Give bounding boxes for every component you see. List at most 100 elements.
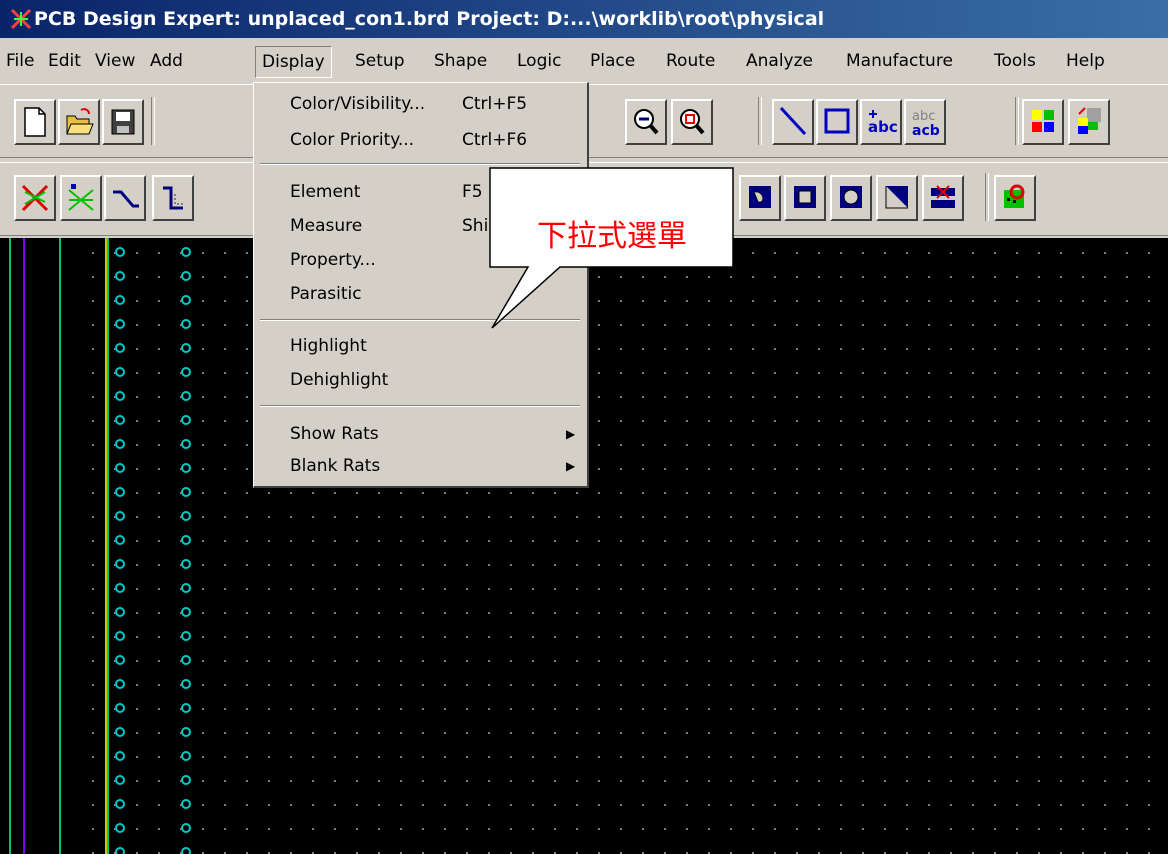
add-text-button[interactable]: abc [860,99,902,145]
menu-separator [260,319,580,321]
submenu-arrow-icon: ▶ [566,459,576,473]
pin-marker [181,295,191,305]
pin-marker [115,679,125,689]
color-priority-button[interactable] [1068,99,1110,145]
change-text-icon: abcacb [912,109,940,139]
new-file-icon [24,107,46,137]
pin-marker [115,607,125,617]
circle-shape-button[interactable] [830,175,872,221]
slide-button[interactable] [152,175,194,221]
pin-marker [115,823,125,833]
window-title: PCB Design Expert: unplaced_con1.brd Pro… [34,8,825,30]
void-shape-icon [749,186,771,208]
open-file-button[interactable] [58,99,100,145]
connect-icon [113,190,139,208]
rectangle-icon [824,108,850,134]
menu-item-color-priority[interactable]: Color Priority... Ctrl+F6 [254,125,584,155]
menu-edit[interactable]: Edit [48,46,81,76]
menu-setup[interactable]: Setup [355,46,404,76]
menu-file[interactable]: File [6,46,34,76]
line-icon [779,106,807,136]
add-rectangle-button[interactable] [816,99,858,145]
color-visibility-button[interactable] [1022,99,1064,145]
fill-shape-button[interactable] [876,175,918,221]
pin-marker [181,847,191,854]
menu-tools[interactable]: Tools [994,46,1036,76]
menu-item-show-rats[interactable]: Show Rats ▶ [254,419,584,449]
pin-marker [181,703,191,713]
toolbar-separator [985,173,989,221]
pin-marker [181,319,191,329]
pin-marker [115,655,125,665]
pin-marker [181,535,191,545]
menu-manufacture[interactable]: Manufacture [846,46,953,76]
pin-marker [115,751,125,761]
menu-add[interactable]: Add [150,46,183,76]
menu-help[interactable]: Help [1066,46,1105,76]
pin-marker [181,751,191,761]
menu-shape[interactable]: Shape [434,46,487,76]
menu-separator [260,405,580,407]
zoom-out-button[interactable] [625,99,667,145]
pin-marker [181,727,191,737]
pin-marker [115,559,125,569]
circle-shape-icon [840,186,862,208]
zoom-fit-icon [680,109,705,135]
menu-display[interactable]: Display [255,46,332,78]
zoom-fit-button[interactable] [671,99,713,145]
unroute-button[interactable] [14,175,56,221]
title-bar: PCB Design Expert: unplaced_con1.brd Pro… [0,0,1168,38]
pin-marker [115,511,125,521]
ratsnest-button[interactable] [60,175,102,221]
pin-marker [115,463,125,473]
menu-item-label: Highlight [290,336,367,356]
menu-item-highlight[interactable]: Highlight [254,331,584,361]
add-line-button[interactable] [772,99,814,145]
new-file-button[interactable] [14,99,56,145]
menu-item-element[interactable]: Element F5 [254,177,584,207]
menu-item-label: Color Priority... [290,130,415,150]
rect-shape-button[interactable] [784,175,826,221]
menu-place[interactable]: Place [590,46,635,76]
menu-analyze[interactable]: Analyze [746,46,813,76]
menu-item-shortcut: Ctrl+F5 [462,94,528,114]
change-text-button[interactable]: abc acb [904,99,946,145]
menu-logic[interactable]: Logic [517,46,561,76]
menu-item-color-visibility[interactable]: Color/Visibility... Ctrl+F5 [254,89,584,119]
menu-item-label: Property... [290,250,376,270]
menu-item-label: Blank Rats [290,456,381,476]
pin-marker [181,247,191,257]
pin-marker [181,463,191,473]
pin-marker [181,343,191,353]
drc-button[interactable] [994,175,1036,221]
menu-item-label: Show Rats [290,424,379,444]
color-visibility-icon [1032,110,1054,132]
pin-marker [181,655,191,665]
pin-marker [115,583,125,593]
pin-marker [181,415,191,425]
delete-shape-icon [931,185,955,208]
unroute-icon [21,184,49,212]
menu-item-label: Color/Visibility... [290,94,426,114]
pin-marker [181,631,191,641]
svg-text:acb: acb [912,123,940,139]
menu-item-dehighlight[interactable]: Dehighlight [254,365,584,395]
void-shape-button[interactable] [739,175,781,221]
pin-marker [181,775,191,785]
delete-shape-button[interactable] [922,175,964,221]
pin-marker [181,823,191,833]
zoom-out-icon [634,109,659,135]
menu-route[interactable]: Route [666,46,715,76]
connect-button[interactable] [104,175,146,221]
menu-item-blank-rats[interactable]: Blank Rats ▶ [254,451,584,481]
menu-item-label: Dehighlight [290,370,389,390]
pin-marker [115,439,125,449]
menu-view[interactable]: View [95,46,135,76]
pin-marker [181,583,191,593]
save-button[interactable] [102,99,144,145]
pin-marker [115,775,125,785]
pin-marker [115,367,125,377]
menu-item-parasitic[interactable]: Parasitic [254,279,584,309]
menu-item-label: Measure [290,216,363,236]
pin-marker [115,535,125,545]
